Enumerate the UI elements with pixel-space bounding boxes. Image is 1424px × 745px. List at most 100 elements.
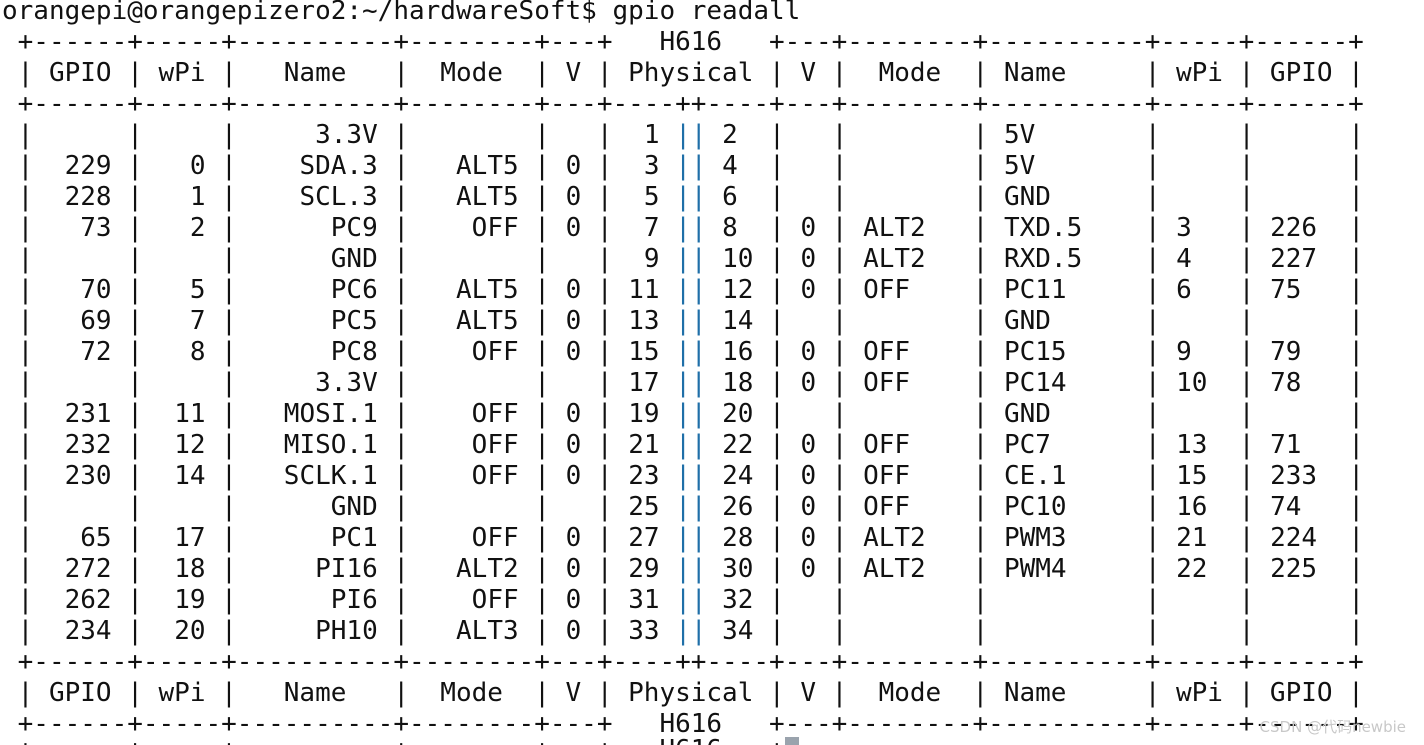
table-header-top: | GPIO | wPi | Name | Mode | V | Physica…	[2, 58, 1364, 88]
v-left-cell: 0	[565, 585, 582, 615]
gpio-left-cell: 262	[48, 585, 112, 615]
gpio-left-cell: 72	[48, 337, 112, 367]
mode-right-cell: ALT2	[863, 213, 957, 243]
mode-right-cell	[863, 306, 957, 336]
pin-divider: ||	[675, 616, 707, 646]
mode-right-cell: OFF	[863, 430, 957, 460]
wpi-right-cell	[1176, 306, 1223, 336]
wpi-right-cell: 3	[1176, 213, 1224, 243]
gpio-left-cell	[49, 492, 112, 522]
name-right-cell: GND	[1003, 306, 1130, 336]
wpi-right-cell: 10	[1176, 368, 1224, 398]
name-right-cell: PC11	[1003, 275, 1130, 305]
table-row: | | | GND | | | 9 || 10 | 0 | ALT2 | RXD…	[2, 244, 1365, 274]
v-left-cell: 0	[565, 399, 582, 429]
name-right-cell: TXD.5	[1003, 213, 1130, 243]
mode-right-cell	[863, 616, 957, 646]
v-right-cell: 0	[800, 492, 817, 522]
mode-right-cell: ALT2	[863, 554, 957, 584]
gpio-left-cell	[49, 120, 112, 150]
physical-right-pin: 26	[722, 492, 754, 522]
gpio-left-cell: 272	[48, 554, 112, 584]
pin-divider: ||	[675, 182, 707, 212]
name-right-cell: GND	[1003, 399, 1130, 429]
gpio-left-cell: 65	[48, 523, 112, 553]
gpio-right-cell: 226	[1270, 213, 1333, 243]
pin-divider: ||	[675, 337, 707, 367]
physical-right-pin: 6	[722, 182, 754, 212]
mode-right-cell: OFF	[863, 368, 957, 398]
wpi-left-cell: 14	[158, 461, 206, 491]
physical-right-pin: 30	[722, 554, 754, 584]
table-row: | 229 | 0 | SDA.3 | ALT5 | 0 | 3 || 4 | …	[2, 151, 1365, 181]
table-row: | 72 | 8 | PC8 | OFF | 0 | 15 || 16 | 0 …	[2, 337, 1365, 367]
gpio-left-cell: 234	[48, 616, 112, 646]
physical-right-pin: 32	[722, 585, 754, 615]
pin-divider: ||	[675, 151, 707, 181]
physical-left-pin: 23	[628, 461, 660, 491]
gpio-left-cell	[49, 368, 112, 398]
mode-left-cell	[425, 368, 519, 398]
wpi-left-cell: 8	[158, 337, 206, 367]
wpi-left-cell: 7	[158, 306, 206, 336]
v-right-cell: 0	[800, 337, 817, 367]
v-left-cell: 0	[565, 151, 582, 181]
gpio-right-cell	[1270, 616, 1333, 646]
mode-left-cell	[425, 120, 519, 150]
v-left-cell: 0	[565, 213, 582, 243]
wpi-left-cell: 0	[158, 151, 206, 181]
wpi-right-cell	[1176, 399, 1223, 429]
v-right-cell	[800, 616, 816, 646]
wpi-right-cell	[1176, 616, 1223, 646]
v-left-cell: 0	[565, 616, 582, 646]
mode-left-cell: ALT5	[424, 182, 519, 212]
table-row: | 69 | 7 | PC5 | ALT5 | 0 | 13 || 14 | |…	[2, 306, 1365, 336]
v-right-cell	[800, 120, 816, 150]
mode-left-cell: ALT5	[424, 151, 519, 181]
gpio-left-cell: 231	[48, 399, 112, 429]
pin-divider: ||	[675, 244, 707, 274]
v-left-cell: 0	[565, 430, 582, 460]
gpio-left-cell: 232	[48, 430, 112, 460]
v-right-cell	[800, 306, 816, 336]
pin-divider: ||	[675, 554, 707, 584]
name-left-cell: MOSI.1	[252, 399, 378, 429]
physical-right-pin: 20	[722, 399, 754, 429]
name-left-cell: 3.3V	[252, 368, 378, 398]
v-right-cell: 0	[800, 430, 817, 460]
name-right-cell: PC14	[1003, 368, 1130, 398]
pin-divider: ||	[675, 585, 707, 615]
name-left-cell: SCL.3	[252, 182, 378, 212]
mode-left-cell: ALT5	[424, 306, 519, 336]
physical-left-pin: 9	[628, 244, 660, 274]
physical-left-pin: 15	[628, 337, 660, 367]
table-row: | 262 | 19 | PI6 | OFF | 0 | 31 || 32 | …	[2, 585, 1365, 615]
table-row: | 73 | 2 | PC9 | OFF | 0 | 7 || 8 | 0 | …	[2, 213, 1365, 243]
table-row: | | | 3.3V | | | 1 || 2 | | | 5V | | |	[2, 120, 1365, 150]
physical-left-pin: 27	[628, 523, 660, 553]
command-prompt: orangepi@orangepizero2:~/hardwareSoft$ g…	[2, 0, 801, 26]
name-right-cell: PC15	[1003, 337, 1130, 367]
terminal-window[interactable]: orangepi@orangepizero2:~/hardwareSoft$ g…	[0, 0, 1424, 745]
physical-left-pin: 11	[628, 275, 660, 305]
name-left-cell: 3.3V	[252, 120, 378, 150]
pin-divider: ||	[675, 306, 707, 336]
physical-left-pin: 13	[628, 306, 660, 336]
v-right-cell: 0	[800, 554, 817, 584]
wpi-right-cell	[1176, 182, 1223, 212]
physical-left-pin: 19	[628, 399, 660, 429]
physical-right-pin: 22	[722, 430, 754, 460]
v-right-cell: 0	[800, 523, 817, 553]
gpio-left-cell: 70	[48, 275, 112, 305]
physical-left-pin: 5	[628, 182, 660, 212]
gpio-right-cell: 78	[1270, 368, 1333, 398]
wpi-left-cell: 1	[158, 182, 206, 212]
table-row: | 272 | 18 | PI16 | ALT2 | 0 | 29 || 30 …	[2, 554, 1365, 584]
wpi-left-cell: 2	[158, 213, 206, 243]
name-right-cell: GND	[1003, 182, 1130, 212]
wpi-left-cell: 12	[158, 430, 206, 460]
gpio-right-cell	[1270, 399, 1333, 429]
wpi-left-cell	[159, 120, 206, 150]
next-prompt-line: +------+-----+----------+--------+---+ H…	[2, 735, 799, 745]
wpi-right-cell: 13	[1176, 430, 1224, 460]
